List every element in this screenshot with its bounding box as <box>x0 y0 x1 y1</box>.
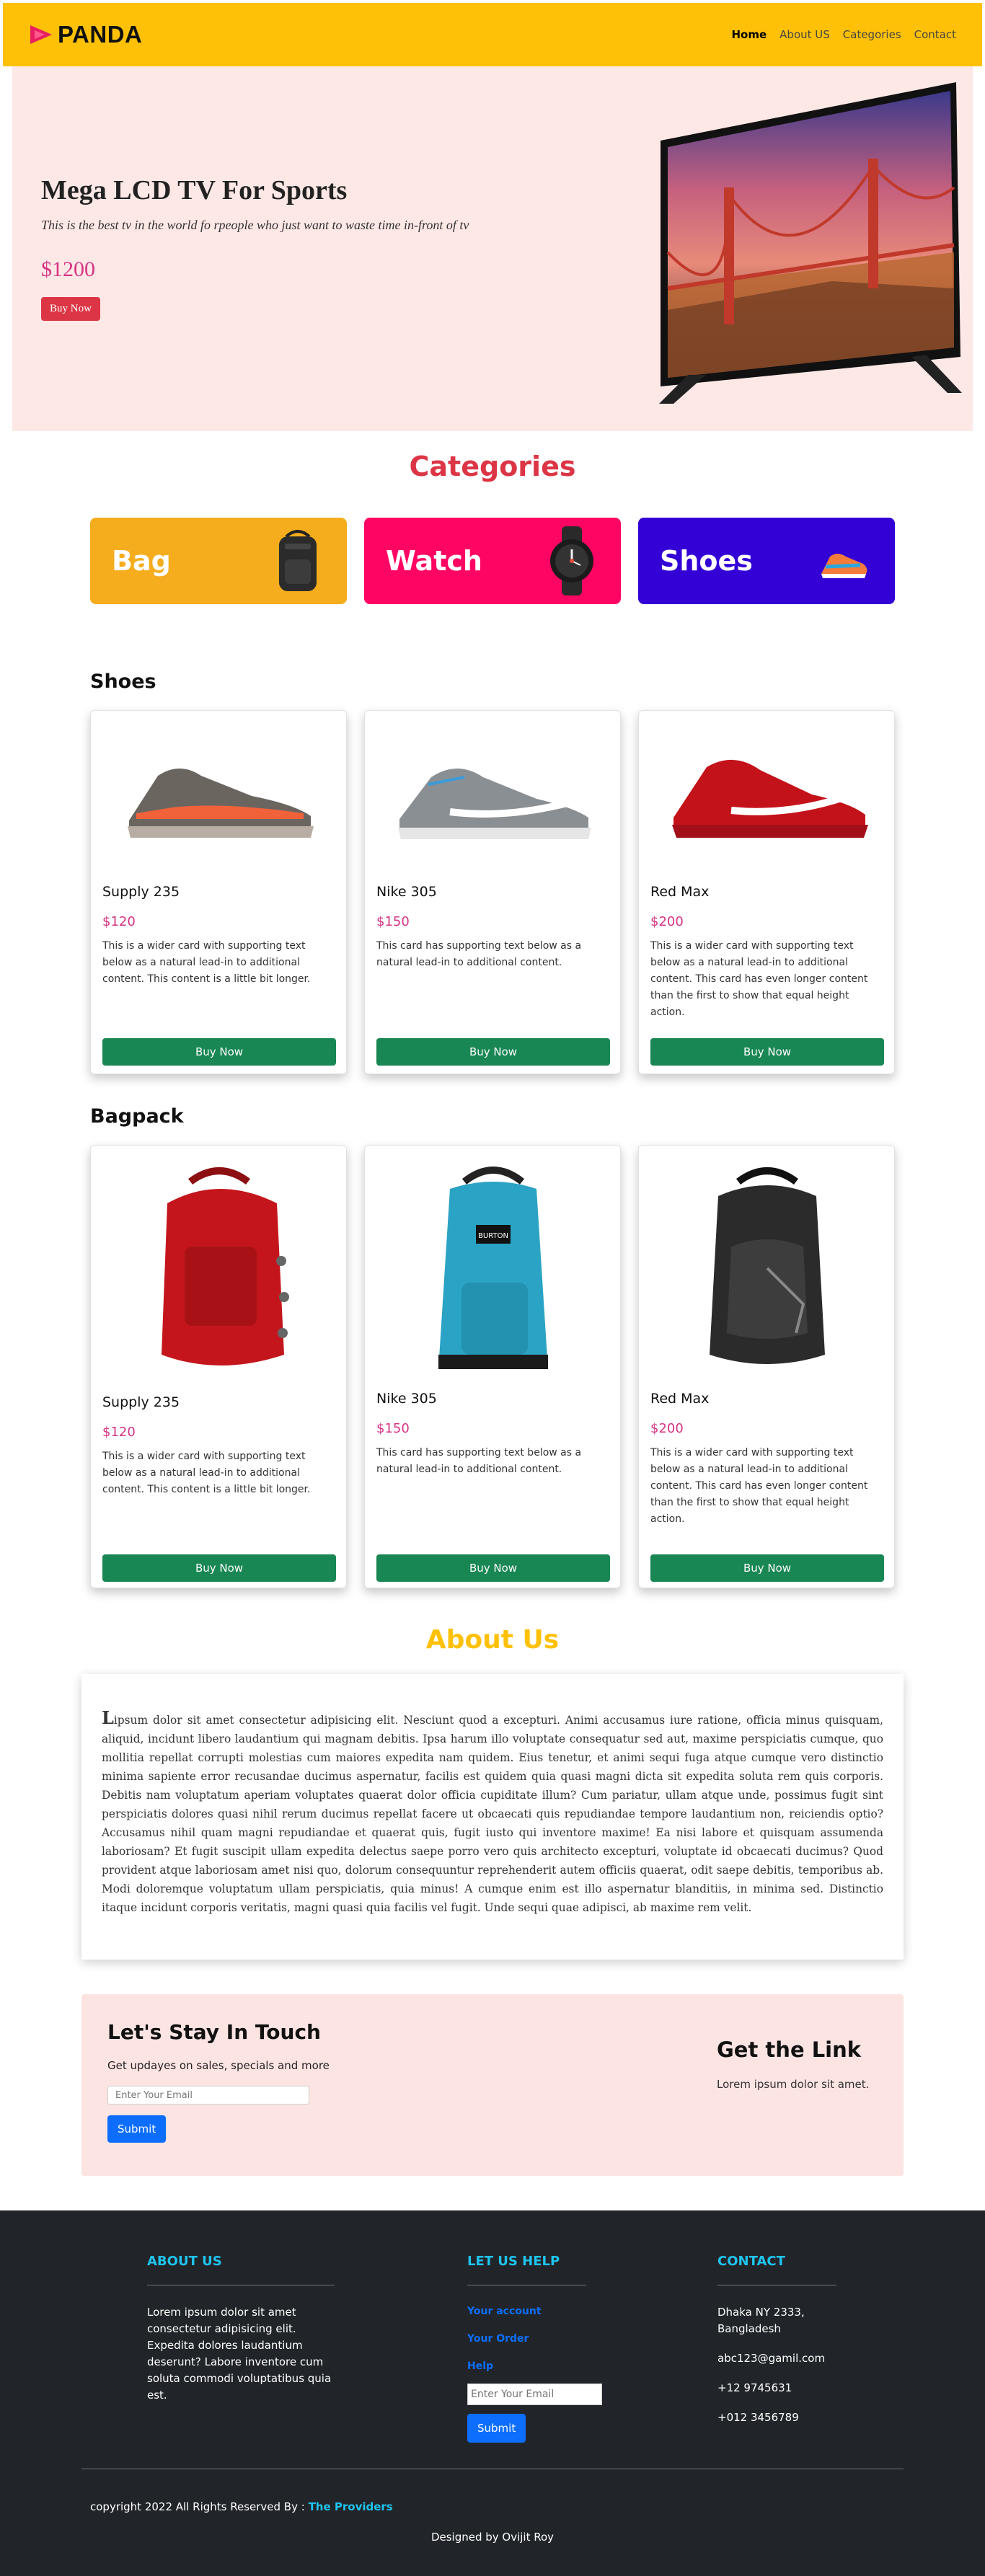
yeezy-shoe-image <box>128 769 314 838</box>
product-card: Red Max $200 This is a wider card with s… <box>638 1145 895 1588</box>
get-link-text: Lorem ipsum dolor sit amet. <box>717 2078 870 2091</box>
footer-help: LET US HELP Your account Your Order Help… <box>467 2254 602 2443</box>
categories-title: Categories <box>409 451 576 482</box>
copyright: copyright 2022 All Rights Reserved By : … <box>90 2500 393 2513</box>
product-card: Nike 305 $150 This card has supporting t… <box>364 710 621 1074</box>
navbar: PANDA Home About US Categories Contact <box>3 3 982 66</box>
copyright-text: copyright 2022 All Rights Reserved By : <box>90 2500 305 2513</box>
product-price: $120 <box>102 1425 136 1440</box>
play-logo-icon <box>30 25 52 44</box>
nav-links: Home About US Categories Contact <box>731 28 956 41</box>
about-text: Lipsum dolor sit amet consectetur adipis… <box>102 1707 883 1914</box>
nike-red-max-image <box>672 759 868 838</box>
bagpack-title: Bagpack <box>90 1105 184 1128</box>
product-card: BURTON Nike 305 $150 This card has suppo… <box>364 1145 621 1588</box>
watch-icon <box>550 526 593 596</box>
footer-about-text: Lorem ipsum dolor sit amet consectetur a… <box>147 2306 332 2402</box>
product-card: Supply 235 $120 This is a wider card wit… <box>90 1145 347 1588</box>
providers-link[interactable]: The Providers <box>309 2500 393 2513</box>
product-description: This card has supporting text below as a… <box>376 1447 582 1475</box>
footer-phone-1: +12 9745631 <box>717 2381 792 2394</box>
footer-phone-2: +012 3456789 <box>717 2411 799 2424</box>
product-name: Nike 305 <box>376 884 437 900</box>
category-bag[interactable]: Bag <box>90 518 347 604</box>
category-watch[interactable]: Watch <box>364 518 621 604</box>
brand-name: PANDA <box>58 21 143 48</box>
product-name: Supply 235 <box>102 1394 180 1410</box>
footer-email-input[interactable] <box>467 2384 602 2405</box>
newsletter-submit-button[interactable]: Submit <box>107 2115 167 2143</box>
nav-about[interactable]: About US <box>779 28 830 41</box>
product-name: Red Max <box>650 1391 710 1407</box>
footer-email: abc123@gamil.com <box>717 2352 826 2365</box>
product-description: This is a wider card with supporting tex… <box>102 940 311 985</box>
brand[interactable]: PANDA <box>29 21 142 48</box>
tv-image <box>659 82 962 404</box>
designed-by: Designed by Ovijit Roy <box>430 2531 555 2544</box>
category-bag-label: Bag <box>112 545 171 577</box>
category-watch-label: Watch <box>386 545 482 577</box>
nav-categories[interactable]: Categories <box>843 28 901 41</box>
product-description: This is a wider card with supporting tex… <box>650 940 868 1018</box>
product-description: This card has supporting text below as a… <box>376 940 582 968</box>
buy-now-button[interactable]: Buy Now <box>376 1554 610 1582</box>
footer-about: ABOUT US Lorem ipsum dolor sit amet cons… <box>147 2254 342 2404</box>
about-title: About Us <box>425 1625 560 1655</box>
product-price: $200 <box>650 914 684 929</box>
product-description: This is a wider card with supporting tex… <box>650 1447 868 1525</box>
hero-banner: Mega LCD TV For Sports This is the best … <box>12 66 973 431</box>
newsletter-section: Let's Stay In Touch Get updayes on sales… <box>81 1994 904 2176</box>
category-shoes-label: Shoes <box>660 545 753 577</box>
footer-contact-heading: CONTACT <box>717 2254 785 2269</box>
hero-title: Mega LCD TV For Sports <box>41 175 348 205</box>
product-name: Nike 305 <box>376 1391 437 1407</box>
product-price: $150 <box>376 1421 410 1436</box>
newsletter-email-input[interactable] <box>107 2086 309 2104</box>
red-backpack-image <box>162 1167 289 1366</box>
sneaker-icon <box>821 554 867 578</box>
footer-link-order[interactable]: Your Order <box>467 2333 602 2345</box>
product-card: Supply 235 $120 This is a wider card wit… <box>90 710 347 1074</box>
footer-link-account[interactable]: Your account <box>467 2306 602 2317</box>
product-name: Supply 235 <box>102 884 180 900</box>
nike-pegasus-image <box>398 769 591 839</box>
get-link-title: Get the Link <box>717 2037 862 2062</box>
buy-now-button[interactable]: Buy Now <box>650 1554 884 1582</box>
bag-brand-tag: BURTON <box>478 1232 508 1240</box>
buy-now-button[interactable]: Buy Now <box>376 1038 610 1066</box>
nav-home[interactable]: Home <box>731 28 767 41</box>
footer-contact: CONTACT Dhaka NY 2333, Bangladesh abc123… <box>717 2254 836 2426</box>
hero-price: $1200 <box>41 257 95 281</box>
blue-backpack-image: BURTON <box>438 1167 548 1369</box>
hero-subtitle: This is the best tv in the world fo rpeo… <box>41 218 469 232</box>
product-price: $200 <box>650 1421 684 1436</box>
buy-now-button[interactable]: Buy Now <box>102 1038 336 1066</box>
black-backpack-image <box>710 1167 825 1364</box>
footer: ABOUT US Lorem ipsum dolor sit amet cons… <box>0 2210 985 2576</box>
product-price: $150 <box>376 914 410 929</box>
footer-help-heading: LET US HELP <box>467 2254 560 2269</box>
newsletter-title: Let's Stay In Touch <box>107 2020 321 2044</box>
about-box: Lipsum dolor sit amet consectetur adipis… <box>81 1674 904 1960</box>
buy-now-button[interactable]: Buy Now <box>650 1038 884 1066</box>
footer-link-help[interactable]: Help <box>467 2360 602 2372</box>
product-name: Red Max <box>650 884 710 900</box>
newsletter-subtitle: Get updayes on sales, specials and more <box>107 2059 330 2072</box>
footer-submit-button[interactable]: Submit <box>467 2414 526 2443</box>
product-price: $120 <box>102 914 136 929</box>
product-description: This is a wider card with supporting tex… <box>102 1451 311 1495</box>
product-card: Red Max $200 This is a wider card with s… <box>638 710 895 1074</box>
footer-about-heading: ABOUT US <box>147 2254 222 2269</box>
footer-address: Dhaka NY 2333, Bangladesh <box>717 2306 805 2335</box>
shoes-title: Shoes <box>90 670 156 693</box>
backpack-icon <box>279 530 317 591</box>
buy-now-button[interactable]: Buy Now <box>102 1554 336 1582</box>
nav-contact[interactable]: Contact <box>914 28 956 41</box>
category-shoes[interactable]: Shoes <box>638 518 895 604</box>
hero-buy-button[interactable]: Buy Now <box>41 297 100 321</box>
